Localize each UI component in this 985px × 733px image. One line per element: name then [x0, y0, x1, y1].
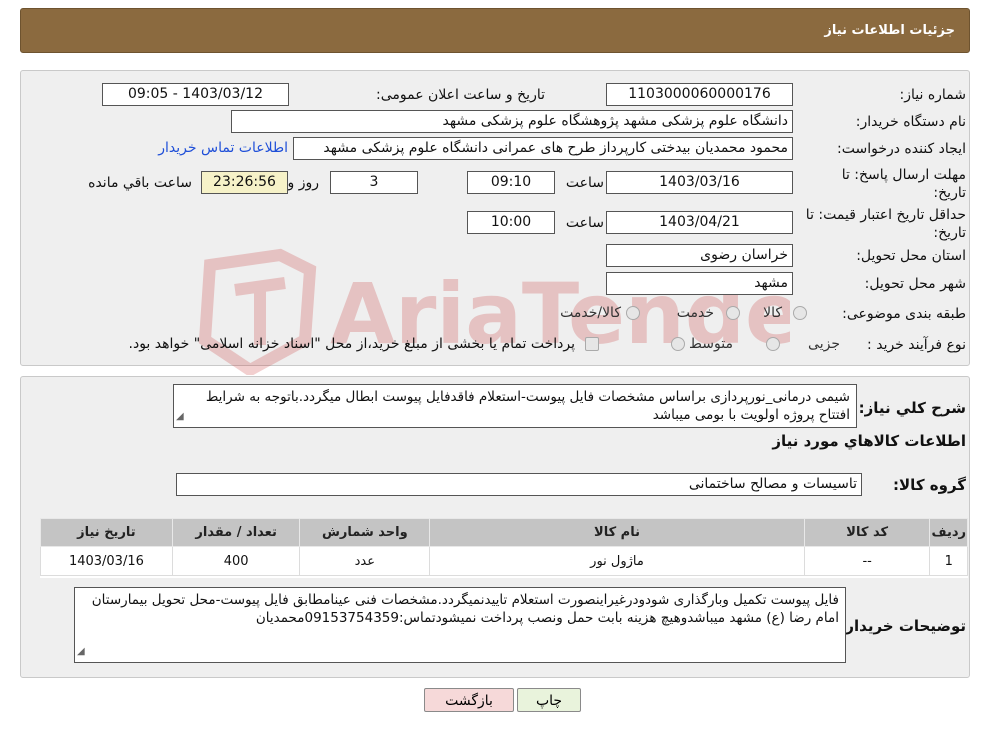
category-option-goods-service: کالا/خدمت: [560, 305, 621, 321]
buyer-notes-label: توضيحات خريدار:: [839, 617, 966, 635]
announce-date-label: تاریخ و ساعت اعلان عمومی:: [376, 87, 545, 103]
requester-label: ایجاد کننده درخواست:: [837, 141, 966, 157]
city-label: شهر محل تحویل:: [864, 276, 966, 292]
goods-table-wrapper: رديف کد کالا نام کالا واحد شمارش تعداد /…: [40, 518, 968, 578]
category-option-service: خدمت: [676, 305, 714, 321]
summary-textarea[interactable]: شیمی درمانی_نورپردازی براساس مشخصات فایل…: [173, 384, 857, 428]
cell-name: ماژول نور: [429, 546, 805, 576]
page-header: جزئیات اطلاعات نیاز: [20, 8, 970, 53]
print-button[interactable]: چاپ: [517, 688, 581, 712]
buyer-org-field: دانشگاه علوم پزشکی مشهد پژوهشگاه علوم پز…: [231, 110, 793, 133]
reply-deadline-label: مهلت ارسال پاسخ: تا تاریخ:: [841, 167, 966, 201]
col-qty: تعداد / مقدار: [171, 518, 301, 547]
back-button[interactable]: بازگشت: [424, 688, 514, 712]
process-option-medium: متوسط: [689, 336, 733, 352]
cell-qty: 400: [171, 546, 301, 576]
price-date-field: 1403/04/21: [606, 211, 793, 234]
category-radio-goods-service[interactable]: [626, 306, 640, 320]
cell-row: 1: [929, 546, 968, 576]
process-label: نوع فرآیند خرید :: [867, 337, 966, 353]
remaining-time-label: ساعت باقي مانده: [88, 175, 192, 191]
category-option-goods: کالا: [763, 305, 782, 321]
goods-table-header: رديف کد کالا نام کالا واحد شمارش تعداد /…: [40, 518, 968, 547]
col-row: رديف: [929, 518, 968, 547]
resize-handle-icon[interactable]: ◢: [77, 643, 85, 661]
goods-group-field: تاسیسات و مصالح ساختمانی: [176, 473, 862, 496]
cell-date: 1403/03/16: [40, 546, 173, 576]
remaining-time-field: 23:26:56: [201, 171, 288, 194]
resize-handle-icon[interactable]: ◢: [176, 408, 184, 426]
price-time-field: 10:00: [467, 211, 555, 234]
treasury-checkbox[interactable]: [585, 337, 599, 351]
buyer-notes-textarea[interactable]: فایل پیوست تکمیل وبارگذاری شودودرغیراینص…: [74, 587, 846, 663]
table-row: 1 -- ماژول نور عدد 400 1403/03/16: [40, 546, 968, 576]
summary-label: شرح کلي نياز:: [858, 399, 966, 417]
remaining-days-field: 3: [330, 171, 418, 194]
goods-info-title: اطلاعات کالاهاي مورد نياز: [772, 432, 966, 450]
cell-code: --: [803, 546, 931, 576]
treasury-note: پرداخت تمام یا بخشی از مبلغ خرید،از محل …: [128, 336, 575, 352]
goods-group-label: گروه کالا:: [893, 476, 966, 494]
process-radio-medium[interactable]: [671, 337, 685, 351]
reply-date-field: 1403/03/16: [606, 171, 793, 194]
requester-field: محمود محمدیان بیدختی کارپرداز طرح های عم…: [293, 137, 793, 160]
col-code: کد کالا: [803, 518, 931, 547]
category-radio-service[interactable]: [726, 306, 740, 320]
price-time-label: ساعت: [565, 215, 604, 231]
summary-text: شیمی درمانی_نورپردازی براساس مشخصات فایل…: [205, 389, 850, 423]
reply-time-field: 09:10: [467, 171, 555, 194]
announce-date-field: 1403/03/12 - 09:05: [102, 83, 289, 106]
price-validity-label: حداقل تاریخ اعتبار قیمت: تا تاریخ:: [805, 207, 966, 241]
need-number-label: شماره نیاز:: [899, 87, 967, 103]
cell-unit: عدد: [299, 546, 431, 576]
buyer-org-label: نام دستگاه خریدار:: [855, 114, 966, 130]
province-label: استان محل تحویل:: [856, 248, 966, 264]
buyer-notes-text: فایل پیوست تکمیل وبارگذاری شودودرغیراینص…: [91, 592, 839, 626]
days-label: روز و: [287, 175, 320, 191]
col-unit: واحد شمارش: [299, 518, 431, 547]
goods-table: رديف کد کالا نام کالا واحد شمارش تعداد /…: [40, 518, 968, 576]
buyer-contact-link[interactable]: اطلاعات تماس خریدار: [158, 140, 288, 156]
need-number-field: 1103000060000176: [606, 83, 793, 106]
process-option-minor: جزیی: [808, 336, 840, 352]
col-name: نام کالا: [429, 518, 805, 547]
category-label: طبقه بندی موضوعی:: [842, 306, 966, 322]
reply-time-label: ساعت: [565, 175, 604, 191]
page-title: جزئیات اطلاعات نیاز: [824, 23, 955, 38]
process-radio-minor[interactable]: [766, 337, 780, 351]
category-radio-goods[interactable]: [793, 306, 807, 320]
city-field: مشهد: [606, 272, 793, 295]
province-field: خراسان رضوی: [606, 244, 793, 267]
col-date: تاریخ نیاز: [40, 518, 173, 547]
